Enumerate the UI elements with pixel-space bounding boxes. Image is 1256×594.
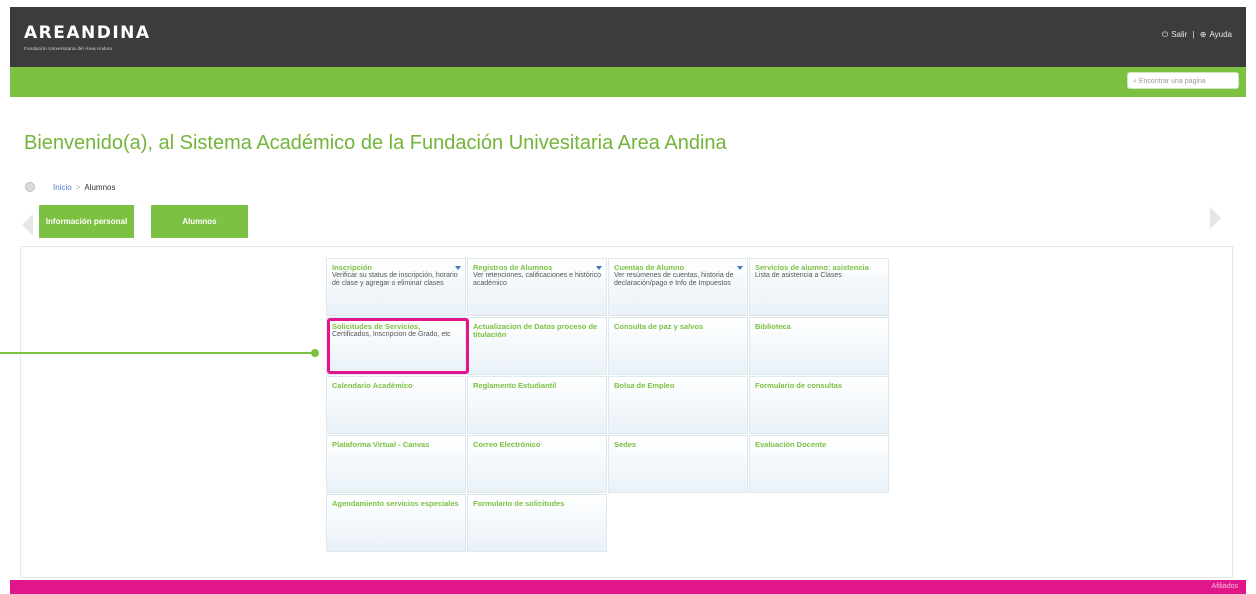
menu-item-title[interactable]: Reglamento Estudiantil (473, 382, 601, 390)
menu-item[interactable]: Formulario de consultas (749, 376, 889, 434)
menu-item[interactable]: Consulta de paz y salvos (608, 317, 748, 375)
top-links: ⏻ Salir | ⊕ Ayuda (1159, 30, 1232, 40)
menu-item[interactable]: Calendario Académico (326, 376, 466, 434)
help-link[interactable]: Ayuda (1209, 30, 1232, 39)
scroll-right-icon[interactable] (1210, 207, 1221, 229)
dropdown-caret-icon[interactable] (737, 266, 743, 270)
menu-item-title[interactable]: Registros de Alumnos (473, 264, 601, 272)
menu-item[interactable]: Sedes (608, 435, 748, 493)
menu-item-title[interactable]: Biblioteca (755, 323, 883, 331)
scroll-left-icon[interactable] (22, 214, 33, 236)
menu-item-title[interactable]: Inscripción (332, 264, 460, 272)
menu-item[interactable]: Bolsa de Empleo (608, 376, 748, 434)
menu-item[interactable]: Servicios de alumno: asistencia Lista de … (749, 258, 889, 316)
logo-subtitle: Fundación Universitaria del Área Andina (24, 46, 113, 51)
menu-item-title[interactable]: Cuentas de Alumno (614, 264, 742, 272)
dropdown-caret-icon[interactable] (596, 266, 602, 270)
menu-item-title[interactable]: Consulta de paz y salvos (614, 323, 742, 331)
tab-alumnos[interactable]: Alumnos (151, 205, 248, 238)
breadcrumb-separator: > (75, 183, 81, 192)
menu-item[interactable]: Inscripción Verificar su status de inscri… (326, 258, 466, 316)
menu-item-title[interactable]: Evaluación Docente (755, 441, 883, 449)
nav-bar: ⌕ Encontrar una página (10, 67, 1246, 97)
menu-item[interactable]: Evaluación Docente (749, 435, 889, 493)
page-title: Bienvenido(a), al Sistema Académico de l… (24, 132, 727, 154)
menu-item[interactable]: Reglamento Estudiantil (467, 376, 607, 434)
menu-item-description: Lista de asistencia a Clases (755, 272, 842, 279)
menu-item-description: Ver resúmenes de cuentas, historia de de… (614, 272, 734, 287)
menu-item-title[interactable]: Formulario de solicitudes (473, 500, 601, 508)
tab-informacion-personal[interactable]: Información personal (39, 205, 134, 238)
menu-item[interactable]: Plataforma Virtual - Canvas (326, 435, 466, 493)
search-input[interactable]: ⌕ Encontrar una página (1127, 72, 1239, 89)
pointer-dot (311, 349, 319, 357)
breadcrumb-home[interactable]: Inicio (53, 183, 72, 192)
exit-link[interactable]: Salir (1171, 30, 1187, 39)
menu-item-title[interactable]: Plataforma Virtual - Canvas (332, 441, 460, 449)
search-icon: ⌕ (1133, 78, 1137, 85)
menu-item[interactable]: Cuentas de Alumno Ver resúmenes de cuenta… (608, 258, 748, 316)
logo[interactable]: AREANDINA (24, 23, 151, 43)
breadcrumb: Inicio > Alumnos (53, 183, 115, 192)
power-icon: ⏻ (1161, 30, 1169, 39)
menu-item-title[interactable]: Agendamiento servicios especiales (332, 500, 460, 508)
menu-item-title[interactable]: Sedes (614, 441, 742, 449)
menu-item-title[interactable]: Formulario de consultas (755, 382, 883, 390)
dropdown-caret-icon[interactable] (455, 266, 461, 270)
highlight-box (327, 318, 469, 374)
back-button[interactable] (25, 182, 35, 192)
menu-item-title[interactable]: Correo Electrónico (473, 441, 601, 449)
top-bar: AREANDINA Fundación Universitaria del Ár… (10, 7, 1246, 67)
menu-item[interactable]: Registros de Alumnos Ver retenciones, cal… (467, 258, 607, 316)
menu-item[interactable]: Actualizacion de Datos proceso de titula… (467, 317, 607, 375)
menu-item[interactable]: Biblioteca (749, 317, 889, 375)
footer-text: Afiliados (1211, 583, 1238, 590)
menu-item[interactable]: Formulario de solicitudes (467, 494, 607, 552)
search-placeholder: Encontrar una página (1138, 78, 1206, 85)
footer-bar: Afiliados (10, 580, 1246, 594)
help-icon: ⊕ (1199, 30, 1207, 39)
menu-item-description: Ver retenciones, calificaciones e histór… (473, 272, 602, 287)
menu-item-title[interactable]: Servicios de alumno: asistencia (755, 264, 883, 272)
menu-item[interactable]: Correo Electrónico (467, 435, 607, 493)
menu-item-title[interactable]: Calendario Académico (332, 382, 460, 390)
pointer-line (0, 352, 312, 354)
menu-item-description: Verificar su status de inscripción, hora… (332, 272, 458, 287)
menu-item[interactable]: Agendamiento servicios especiales (326, 494, 466, 552)
menu-item-title[interactable]: Actualizacion de Datos proceso de titula… (473, 323, 601, 339)
breadcrumb-current: Alumnos (84, 183, 116, 192)
menu-item-title[interactable]: Bolsa de Empleo (614, 382, 742, 390)
divider: | (1192, 30, 1195, 39)
